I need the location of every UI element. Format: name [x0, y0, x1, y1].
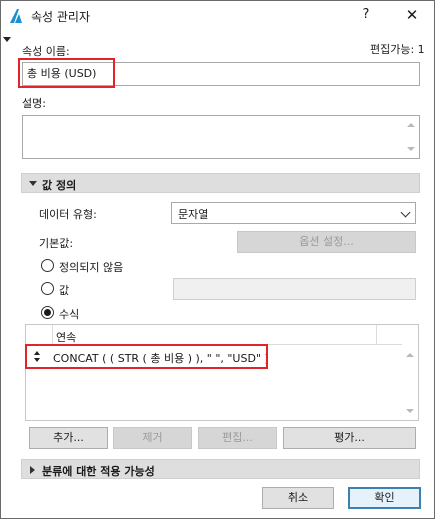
- value-definition-title: 값 정의: [42, 179, 77, 192]
- radio-formula-label: 수식: [59, 308, 80, 321]
- help-button[interactable]: ?: [353, 3, 379, 27]
- title-bar[interactable]: 속성 관리자 ? ✕: [1, 1, 434, 31]
- scroll-down-icon[interactable]: [407, 147, 415, 151]
- cancel-button[interactable]: 취소: [262, 487, 334, 509]
- default-value-label: 기본값:: [39, 237, 74, 250]
- radio-value-label: 값: [59, 284, 70, 297]
- collapse-arrow-icon[interactable]: [3, 37, 11, 42]
- description-scrollbar[interactable]: [404, 116, 419, 158]
- scroll-up-icon[interactable]: [407, 123, 415, 127]
- radio-value[interactable]: [41, 282, 54, 295]
- data-type-select[interactable]: 문자열: [171, 202, 416, 224]
- radio-formula[interactable]: [41, 306, 54, 319]
- expanded-triangle-icon: [29, 181, 37, 186]
- column-header-continuous: 연속: [56, 331, 77, 344]
- property-name-label: 속성 이름:: [22, 45, 70, 58]
- data-type-label: 데이터 유형:: [39, 208, 97, 221]
- value-definition-header[interactable]: 값 정의: [21, 173, 420, 193]
- close-button[interactable]: ✕: [399, 3, 425, 27]
- collapsed-triangle-icon: [30, 466, 35, 474]
- archicad-app-icon: [8, 8, 24, 24]
- radio-undefined-label: 정의되지 않음: [59, 261, 124, 274]
- scroll-up-icon[interactable]: [406, 353, 414, 357]
- expression-scrollbar[interactable]: [403, 325, 418, 420]
- window-title: 속성 관리자: [31, 10, 91, 24]
- radio-undefined[interactable]: [41, 259, 54, 272]
- expression-list-header: 연속: [26, 325, 402, 345]
- scroll-down-icon[interactable]: [406, 409, 414, 413]
- property-manager-dialog: 속성 관리자 ? ✕ 속성 이름: 편집가능: 1 총 비용 (USD) 설명:…: [0, 0, 435, 519]
- classification-applicability-title: 분류에 대한 적용 가능성: [42, 465, 155, 478]
- evaluate-button[interactable]: 평가...: [283, 427, 416, 449]
- highlight-box-formula: [25, 344, 268, 369]
- expression-list[interactable]: 연속 CONCAT ( ( STR ( 총 비용 ) ), " ", "USD"…: [25, 324, 419, 421]
- editable-count: 편집가능: 1: [370, 43, 425, 56]
- options-settings-button[interactable]: 옵션 설정...: [237, 231, 416, 253]
- edit-button[interactable]: 편집...: [198, 427, 277, 449]
- highlight-box-name: [18, 58, 115, 88]
- value-input-disabled[interactable]: [173, 278, 416, 300]
- classification-applicability-header[interactable]: 분류에 대한 적용 가능성: [21, 459, 420, 479]
- chevron-down-icon: [400, 207, 411, 218]
- description-label: 설명:: [22, 97, 46, 110]
- ok-button[interactable]: 확인: [348, 487, 421, 509]
- remove-button[interactable]: 제거: [113, 427, 192, 449]
- data-type-value: 문자열: [178, 208, 209, 221]
- description-textarea[interactable]: [22, 115, 420, 159]
- add-button[interactable]: 추가...: [29, 427, 108, 449]
